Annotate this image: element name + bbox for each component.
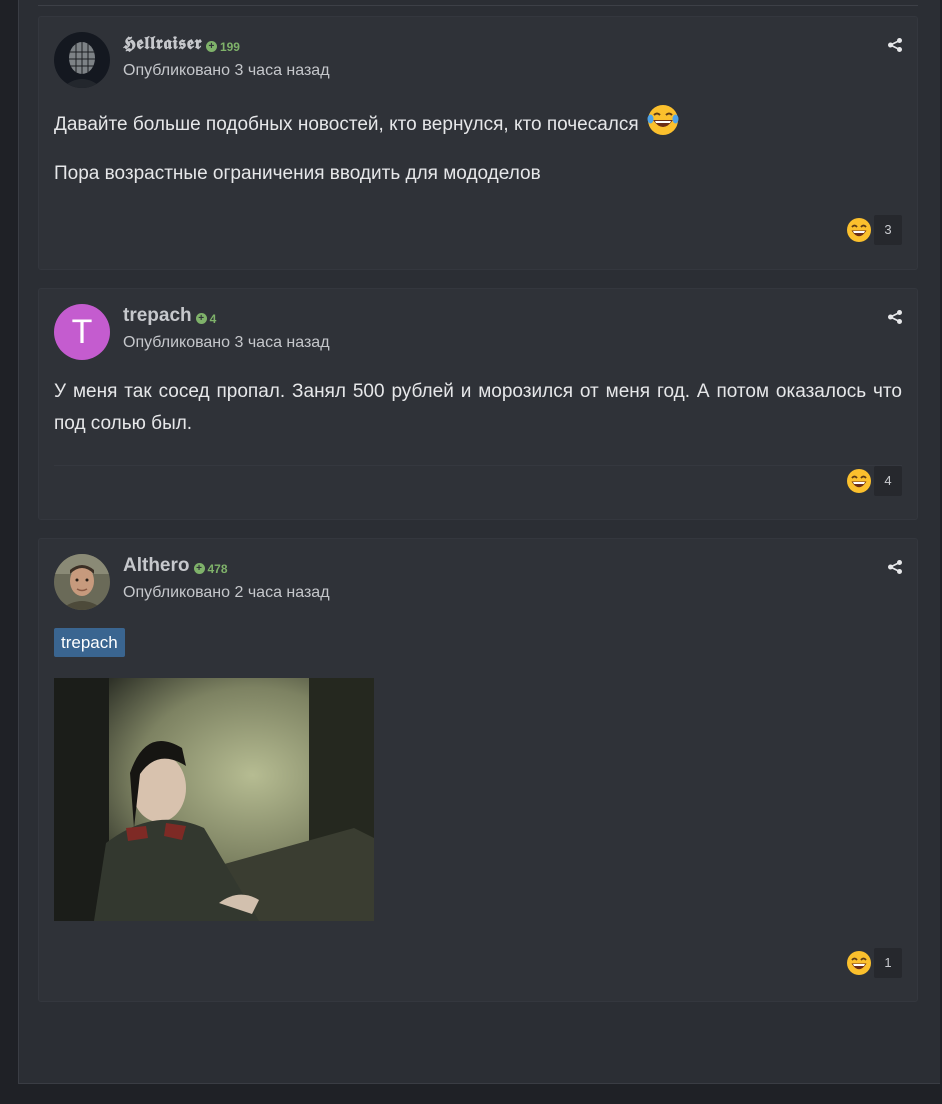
post-althero: Althero + 478 Опубликовано 2 часа назад … <box>38 538 918 1002</box>
reaction-count[interactable]: 1 <box>874 948 902 978</box>
reputation-badge: + 199 <box>205 39 240 54</box>
avatar[interactable] <box>54 554 110 610</box>
post-date[interactable]: Опубликовано 3 часа назад <box>123 62 330 80</box>
plus-circle-icon: + <box>205 41 217 52</box>
reputation-badge: + 478 <box>193 561 228 576</box>
post-content: Давайте больше подобных новостей, кто ве… <box>54 103 902 141</box>
reputation-count: 478 <box>207 561 228 576</box>
avatar[interactable] <box>54 32 110 88</box>
share-icon[interactable] <box>887 559 903 575</box>
post-date[interactable]: Опубликовано 2 часа назад <box>123 584 330 602</box>
post-date[interactable]: Опубликовано 3 часа назад <box>123 334 330 352</box>
reaction-summary[interactable]: 4 <box>846 466 902 496</box>
divider <box>38 0 918 6</box>
grin-emoji-icon <box>847 218 871 242</box>
post-hellraiser: 𝕳𝖊𝖑𝖑𝖗𝖆𝖎𝖘𝖊𝖗 + 199 Опубликовано 3 часа наз… <box>38 16 918 270</box>
post-trepach: T trepach + 4 Опубликовано 3 часа назад … <box>38 288 918 520</box>
reputation-count: 4 <box>209 311 217 326</box>
paragraph: Давайте больше подобных новостей, кто ве… <box>54 114 639 135</box>
share-icon[interactable] <box>887 309 903 325</box>
reaction-count[interactable]: 3 <box>874 215 902 245</box>
grin-emoji-icon <box>847 469 871 493</box>
divider <box>54 465 902 466</box>
author-name[interactable]: trepach <box>123 305 192 327</box>
author-name[interactable]: 𝕳𝖊𝖑𝖑𝖗𝖆𝖎𝖘𝖊𝖗 <box>123 33 202 54</box>
reaction-summary[interactable]: 1 <box>846 948 902 978</box>
reaction-summary[interactable]: 3 <box>846 215 902 245</box>
plus-circle-icon: + <box>195 313 207 324</box>
avatar[interactable]: T <box>54 304 110 360</box>
share-icon[interactable] <box>887 37 903 53</box>
grin-emoji-icon <box>847 951 871 975</box>
post-image[interactable] <box>54 678 374 921</box>
user-mention[interactable]: trepach <box>54 628 125 657</box>
plus-circle-icon: + <box>193 563 205 574</box>
laughing-tears-emoji-icon <box>647 105 679 135</box>
paragraph: Пора возрастные ограничения вводить для … <box>54 163 541 184</box>
avatar-letter: T <box>71 312 93 351</box>
author-name[interactable]: Althero <box>123 555 190 577</box>
reaction-count[interactable]: 4 <box>874 466 902 496</box>
reputation-badge: + 4 <box>195 311 217 326</box>
reputation-count: 199 <box>219 39 240 54</box>
post-content: У меня так сосед пропал. Занял 500 рубле… <box>54 381 902 434</box>
